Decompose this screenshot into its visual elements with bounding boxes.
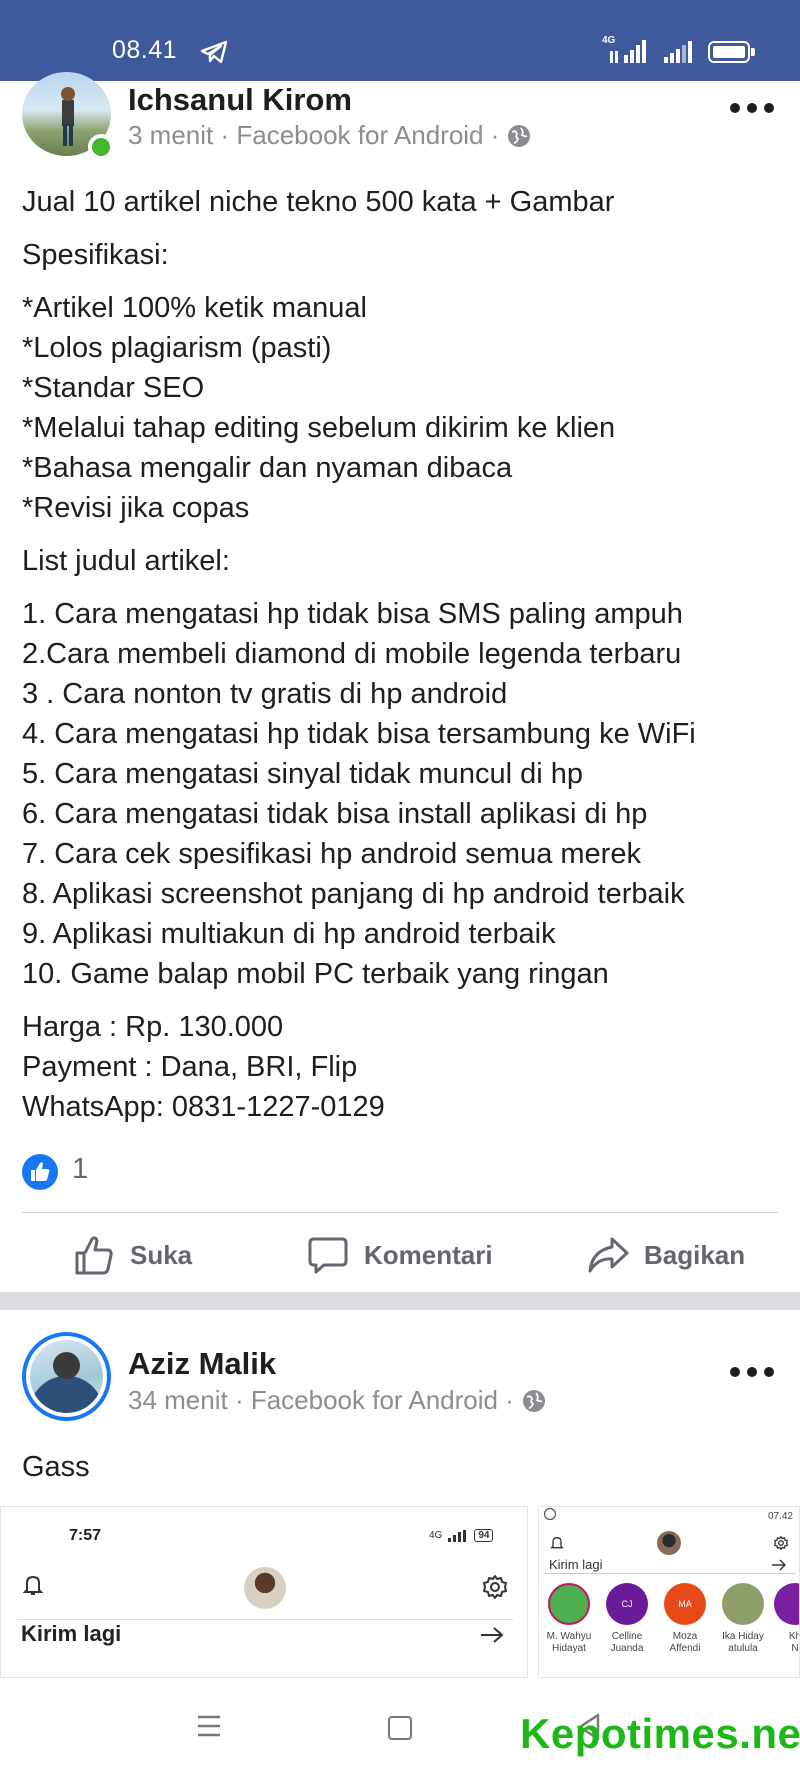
gear-icon <box>774 1536 788 1550</box>
arrow-right-icon <box>772 1559 786 1571</box>
like-label: Suka <box>130 1239 193 1270</box>
comment-label: Komentari <box>364 1239 493 1270</box>
home-icon[interactable] <box>388 1716 412 1740</box>
post-line: 10. Game balap mobil PC terbaik yang rin… <box>22 958 609 990</box>
signal-icon <box>448 1529 467 1542</box>
post-text: Gass <box>22 1451 90 1483</box>
divider <box>22 1212 778 1213</box>
status-bar: 08.41 4G <box>0 0 800 81</box>
screenshot-network: 4G <box>429 1530 443 1541</box>
contact-name: Kh <box>788 1631 800 1642</box>
screenshot-title: Kirim lagi <box>21 1621 122 1646</box>
contact-avatar: CJ <box>606 1583 648 1625</box>
contact-name: Affendi <box>669 1643 701 1654</box>
battery-icon <box>708 41 755 63</box>
contact-name: N <box>791 1643 799 1654</box>
post-line: 1. Cara mengatasi hp tidak bisa SMS pali… <box>22 598 683 630</box>
screenshot-title: Kirim lagi <box>549 1557 603 1572</box>
globe-icon <box>522 1389 545 1412</box>
post-line: *Lolos plagiarism (pasti) <box>22 332 332 364</box>
post-timestamp: 3 menit · Facebook for Android · <box>128 120 500 150</box>
post-line: 3 . Cara nonton tv gratis di hp android <box>22 678 508 710</box>
share-label: Bagikan <box>644 1239 746 1270</box>
post-line: Jual 10 artikel niche tekno 500 kata + G… <box>22 186 615 218</box>
post-line: *Melalui tahap editing sebelum dikirim k… <box>22 412 616 444</box>
contact-name: Moza <box>672 1631 698 1642</box>
share-icon <box>588 1237 629 1273</box>
post-line: Harga : Rp. 130.000 <box>22 1011 284 1043</box>
post-options-button[interactable] <box>730 1362 774 1382</box>
attachment-image-2[interactable]: 07.42 Kirim lagi M. Wahyu Hidayat CJ Cel… <box>538 1506 800 1678</box>
signal-icon: 4G <box>602 35 648 65</box>
status-icons: 4G <box>602 35 755 66</box>
post-line: 2.Cara membeli diamond di mobile legenda… <box>22 638 682 670</box>
arrow-right-icon <box>481 1627 504 1643</box>
thumbs-up-icon <box>75 1236 113 1275</box>
post-line: WhatsApp: 0831-1227-0129 <box>22 1091 385 1123</box>
post-meta: 34 menit · Facebook for Android · <box>128 1385 546 1416</box>
bell-icon <box>550 1536 564 1549</box>
like-count[interactable]: 1 <box>72 1153 88 1186</box>
screenshot-status: 4G 94 <box>429 1529 494 1542</box>
contact-name: Ika Hiday <box>722 1631 764 1642</box>
contact-item: Kh N <box>765 1583 800 1655</box>
post-line: 9. Aplikasi multiakun di hp android terb… <box>22 918 556 950</box>
contact-item: M. Wahyu Hidayat <box>539 1583 599 1655</box>
bell-icon <box>22 1575 44 1595</box>
contact-name: M. Wahyu <box>546 1631 592 1642</box>
post-line: 4. Cara mengatasi hp tidak bisa tersambu… <box>22 718 696 750</box>
post-line: List judul artikel: <box>22 545 230 577</box>
post-timestamp: 34 menit · Facebook for Android · <box>128 1385 514 1415</box>
post-line: Payment : Dana, BRI, Flip <box>22 1051 358 1083</box>
contact-item: Ika Hiday atulula <box>713 1583 773 1655</box>
gear-icon <box>483 1575 507 1599</box>
post-line: *Bahasa mengalir dan nyaman dibaca <box>22 452 513 484</box>
like-button[interactable]: Suka <box>72 1230 192 1280</box>
screenshot-battery: 94 <box>474 1529 494 1542</box>
post-line: *Revisi jika copas <box>22 492 250 524</box>
contact-avatar <box>548 1583 590 1625</box>
post-separator <box>0 1292 800 1310</box>
contact-name: Hidayat <box>552 1643 586 1654</box>
contact-avatar: MA <box>664 1583 706 1625</box>
signal-icon <box>664 41 692 63</box>
network-label: 4G <box>602 35 616 46</box>
watermark: Kepotimes.net <box>520 1710 800 1757</box>
comment-button[interactable]: Komentari <box>306 1230 493 1280</box>
post-line: 5. Cara mengatasi sinyal tidak muncul di… <box>22 758 583 790</box>
post-line: 7. Cara cek spesifikasi hp android semua… <box>22 838 641 870</box>
post-line: Spesifikasi: <box>22 239 169 271</box>
post-body: Jual 10 artikel niche tekno 500 kata + G… <box>22 182 782 1127</box>
author-name[interactable]: Aziz Malik <box>128 1346 276 1382</box>
avatar <box>657 1531 681 1555</box>
screenshot-time: 7:57 <box>69 1527 102 1544</box>
whatsapp-icon <box>543 1507 557 1521</box>
contact-item: MA Moza Affendi <box>655 1583 715 1655</box>
comment-icon <box>308 1237 348 1274</box>
contact-avatar <box>774 1583 799 1625</box>
post-line: 6. Cara mengatasi tidak bisa install apl… <box>22 798 648 830</box>
globe-icon <box>508 124 531 147</box>
contact-avatar <box>722 1583 764 1625</box>
online-status-indicator <box>88 134 114 160</box>
post-line: *Artikel 100% ketik manual <box>22 292 367 324</box>
contact-name: atulula <box>728 1643 758 1654</box>
telegram-icon <box>200 40 228 64</box>
post-line: 8. Aplikasi screenshot panjang di hp and… <box>22 878 685 910</box>
like-reaction-icon[interactable] <box>22 1154 58 1190</box>
status-time: 08.41 <box>112 36 178 64</box>
post-options-button[interactable] <box>730 98 774 118</box>
author-name[interactable]: Ichsanul Kirom <box>128 82 352 118</box>
author-avatar[interactable] <box>22 1332 111 1421</box>
contact-item: CJ Celline Juanda <box>597 1583 657 1655</box>
post-line: *Standar SEO <box>22 372 205 404</box>
avatar <box>244 1567 286 1609</box>
screenshot-time: 07.42 <box>767 1511 793 1522</box>
recent-apps-icon[interactable] <box>196 1713 222 1739</box>
post-meta: 3 menit · Facebook for Android · <box>128 120 531 151</box>
attachment-image-1[interactable]: 7:57 4G 94 Kirim lagi <box>0 1506 528 1678</box>
share-button[interactable]: Bagikan <box>586 1230 745 1280</box>
contact-name: Juanda <box>610 1643 644 1654</box>
contact-name: Celline <box>611 1631 643 1642</box>
